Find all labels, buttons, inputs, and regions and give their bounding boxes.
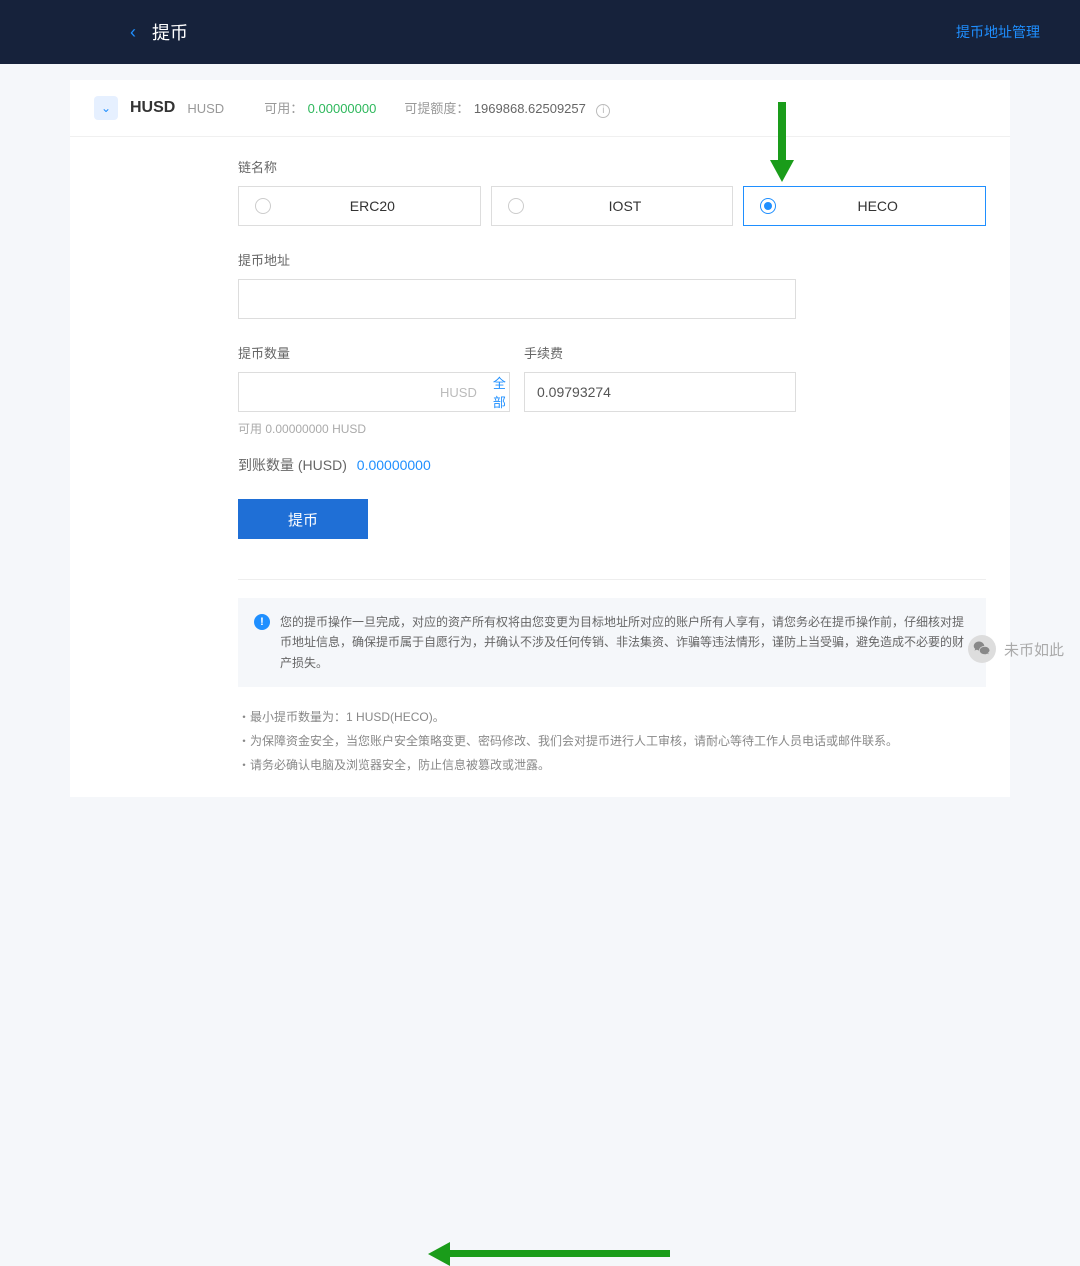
rule-item: ・请务必确认电脑及浏览器安全，防止信息被篡改或泄露。: [238, 753, 986, 777]
fee-column: 手续费 0.09793274: [524, 343, 796, 412]
radio-icon: [508, 198, 524, 214]
chevron-down-icon: ⌄: [101, 101, 111, 115]
chain-label-heco: HECO: [786, 198, 969, 214]
amount-unit: HUSD: [440, 385, 477, 400]
available-block: 可用： 0.00000000: [264, 98, 376, 118]
info-icon[interactable]: i: [596, 104, 610, 118]
header-left: ‹ 提币: [130, 19, 188, 45]
annotation-arrow-left: [450, 1250, 1080, 1257]
info-icon: !: [254, 614, 270, 630]
chain-label-iost: IOST: [534, 198, 717, 214]
coin-dropdown-toggle[interactable]: ⌄: [94, 96, 118, 120]
available-label: 可用：: [264, 101, 303, 116]
watermark: 未币如此: [968, 635, 1064, 663]
coin-meta: 可用： 0.00000000 可提额度： 1969868.62509257 i: [264, 98, 610, 118]
radio-icon: [760, 198, 776, 214]
chain-label: 链名称: [238, 157, 986, 176]
arrival-value: 0.00000000: [357, 457, 431, 473]
page-header: ‹ 提币 提币地址管理: [0, 0, 1080, 64]
rule-item: ・为保障资金安全，当您账户安全策略变更、密码修改、我们会对提币进行人工审核，请耐…: [238, 729, 986, 753]
address-input[interactable]: [238, 279, 796, 319]
fee-label: 手续费: [524, 343, 796, 362]
form-area: 链名称 ERC20 IOST HECO 提币地址 提币数量: [70, 137, 1010, 797]
chain-option-heco[interactable]: HECO: [743, 186, 986, 226]
chain-option-iost[interactable]: IOST: [491, 186, 734, 226]
divider: [238, 579, 986, 580]
limit-value: 1969868.62509257: [474, 101, 586, 116]
radio-icon: [255, 198, 271, 214]
wechat-icon: [968, 635, 996, 663]
arrival-label: 到账数量 (HUSD): [238, 457, 347, 473]
back-arrow-icon[interactable]: ‹: [130, 22, 136, 43]
chain-option-erc20[interactable]: ERC20: [238, 186, 481, 226]
rules-list: ・最小提币数量为：1 HUSD(HECO)。 ・为保障资金安全，当您账户安全策略…: [238, 705, 986, 777]
page-title: 提币: [152, 19, 188, 45]
withdraw-card: ⌄ HUSD HUSD 可用： 0.00000000 可提额度： 1969868…: [70, 80, 1010, 797]
notice-box: ! 您的提币操作一旦完成，对应的资产所有权将由您变更为目标地址所对应的账户所有人…: [238, 598, 986, 687]
watermark-text: 未币如此: [1004, 639, 1064, 660]
rule-item: ・最小提币数量为：1 HUSD(HECO)。: [238, 705, 986, 729]
amount-fee-row: 提币数量 HUSD 全部 手续费 0.09793274: [238, 343, 986, 412]
arrival-row: 到账数量 (HUSD) 0.00000000: [238, 455, 986, 475]
available-value: 0.00000000: [308, 101, 377, 116]
address-block: 提币地址: [238, 250, 986, 319]
coin-name: HUSD: [187, 101, 224, 116]
amount-column: 提币数量 HUSD 全部: [238, 343, 510, 412]
coin-symbol: HUSD: [130, 99, 175, 117]
fee-display: 0.09793274: [524, 372, 796, 412]
limit-label: 可提额度：: [404, 101, 469, 116]
notice-text: 您的提币操作一旦完成，对应的资产所有权将由您变更为目标地址所对应的账户所有人享有…: [280, 612, 970, 673]
amount-all-button[interactable]: 全部: [493, 373, 506, 411]
manage-addresses-link[interactable]: 提币地址管理: [956, 22, 1040, 42]
address-label: 提币地址: [238, 250, 986, 269]
available-hint: 可用 0.00000000 HUSD: [238, 420, 986, 437]
limit-block: 可提额度： 1969868.62509257 i: [404, 98, 610, 118]
withdraw-submit-button[interactable]: 提币: [238, 499, 368, 539]
chain-label-erc20: ERC20: [281, 198, 464, 214]
coin-selector-row: ⌄ HUSD HUSD 可用： 0.00000000 可提额度： 1969868…: [70, 80, 1010, 137]
amount-label: 提币数量: [238, 343, 510, 362]
chain-options: ERC20 IOST HECO: [238, 186, 986, 226]
amount-input[interactable]: [251, 384, 432, 400]
amount-input-wrap: HUSD 全部: [238, 372, 510, 412]
